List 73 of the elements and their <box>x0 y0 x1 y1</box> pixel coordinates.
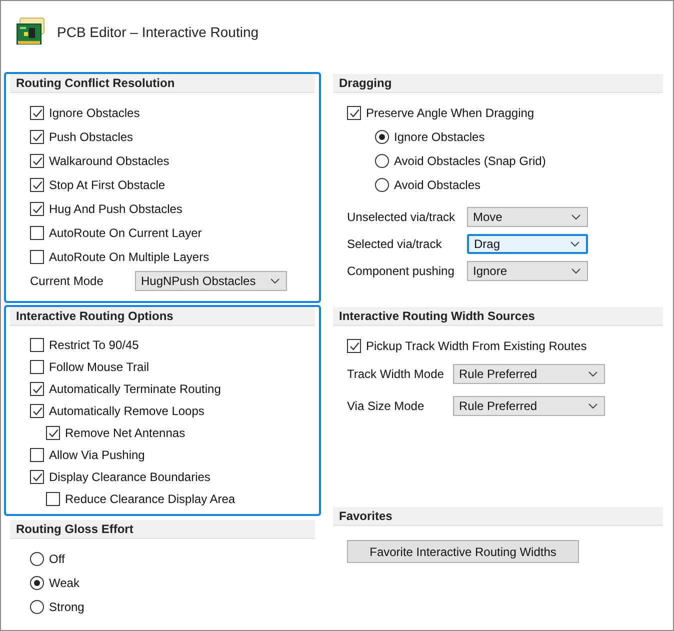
circuit-board-icon <box>16 16 46 46</box>
chevron-down-icon <box>588 403 598 409</box>
radio-label[interactable]: Ignore Obstacles <box>392 130 485 144</box>
checkbox-label[interactable]: Allow Via Pushing <box>47 448 145 462</box>
checkbox[interactable] <box>30 154 44 168</box>
checkbox-label[interactable]: Follow Mouse Trail <box>47 360 150 374</box>
checkbox[interactable] <box>46 426 60 440</box>
radio-button[interactable] <box>375 130 389 144</box>
radio-label[interactable]: Avoid Obstacles <box>392 178 480 192</box>
section-header: Interactive Routing Width Sources <box>333 307 663 326</box>
checkbox[interactable] <box>30 404 44 418</box>
checkbox[interactable] <box>30 106 44 120</box>
field-label: Via Size Mode <box>347 399 426 413</box>
radio-button[interactable] <box>375 154 389 168</box>
dropdown[interactable]: Rule Preferred <box>453 364 605 384</box>
checkbox-label[interactable]: Automatically Terminate Routing <box>47 382 221 396</box>
section-header: Dragging <box>333 74 663 93</box>
checkbox-label[interactable]: Remove Net Antennas <box>63 426 186 440</box>
checkbox[interactable] <box>30 360 44 374</box>
checkbox[interactable] <box>30 448 44 462</box>
section-header: Routing Conflict Resolution <box>10 74 315 93</box>
chevron-down-icon <box>570 240 580 246</box>
checkbox-label[interactable]: Push Obstacles <box>47 130 134 144</box>
checkbox-label[interactable]: Hug And Push Obstacles <box>47 202 182 216</box>
radio-label[interactable]: Off <box>47 552 65 566</box>
checkbox-label[interactable]: AutoRoute On Current Layer <box>47 226 202 240</box>
checkbox-label[interactable]: AutoRoute On Multiple Layers <box>47 250 210 264</box>
radio-button[interactable] <box>30 600 44 614</box>
chevron-down-icon <box>270 278 280 284</box>
section-header: Routing Gloss Effort <box>10 520 315 539</box>
checkbox[interactable] <box>30 202 44 216</box>
checkbox[interactable] <box>30 338 44 352</box>
window-title: PCB Editor – Interactive Routing <box>57 24 259 40</box>
checkbox-label[interactable]: Ignore Obstacles <box>47 106 140 120</box>
field-label: Current Mode <box>30 274 104 288</box>
radio-label[interactable]: Strong <box>47 600 84 614</box>
favorites-button[interactable]: Favorite Interactive Routing Widths <box>347 540 579 563</box>
chevron-down-icon <box>571 268 581 274</box>
field-label: Track Width Mode <box>347 367 445 381</box>
chevron-down-icon <box>588 371 598 377</box>
field-label: Unselected via/track <box>347 210 456 224</box>
checkbox[interactable] <box>347 106 361 120</box>
chevron-down-icon <box>571 214 581 220</box>
checkbox-label[interactable]: Automatically Remove Loops <box>47 404 204 418</box>
radio-button[interactable] <box>375 178 389 192</box>
section-header: Favorites <box>333 507 663 526</box>
checkbox-label[interactable]: Reduce Clearance Display Area <box>63 492 236 506</box>
section-header: Interactive Routing Options <box>10 307 315 326</box>
field-label: Component pushing <box>347 264 456 278</box>
dropdown[interactable]: Drag <box>467 234 588 254</box>
dropdown[interactable]: HugNPush Obstacles <box>135 271 287 291</box>
checkbox[interactable] <box>30 226 44 240</box>
checkbox-label[interactable]: Stop At First Obstacle <box>47 178 166 192</box>
checkbox[interactable] <box>46 492 60 506</box>
checkbox[interactable] <box>30 470 44 484</box>
checkbox[interactable] <box>347 339 361 353</box>
field-label: Selected via/track <box>347 236 443 250</box>
dropdown[interactable]: Ignore <box>467 260 588 280</box>
checkbox[interactable] <box>30 130 44 144</box>
checkbox-label[interactable]: Display Clearance Boundaries <box>47 470 210 484</box>
radio-button[interactable] <box>30 576 44 590</box>
radio-button[interactable] <box>30 552 44 566</box>
checkbox[interactable] <box>30 178 44 192</box>
dropdown[interactable]: Move <box>467 206 588 226</box>
checkbox-label[interactable]: Preserve Angle When Dragging <box>364 106 534 120</box>
radio-label[interactable]: Weak <box>47 576 80 590</box>
checkbox-label[interactable]: Restrict To 90/45 <box>47 338 139 352</box>
checkbox-label[interactable]: Walkaround Obstacles <box>47 154 170 168</box>
checkbox-label[interactable]: Pickup Track Width From Existing Routes <box>364 339 587 353</box>
dropdown[interactable]: Rule Preferred <box>453 396 605 416</box>
radio-label[interactable]: Avoid Obstacles (Snap Grid) <box>392 154 546 168</box>
checkbox[interactable] <box>30 250 44 264</box>
checkbox[interactable] <box>30 382 44 396</box>
